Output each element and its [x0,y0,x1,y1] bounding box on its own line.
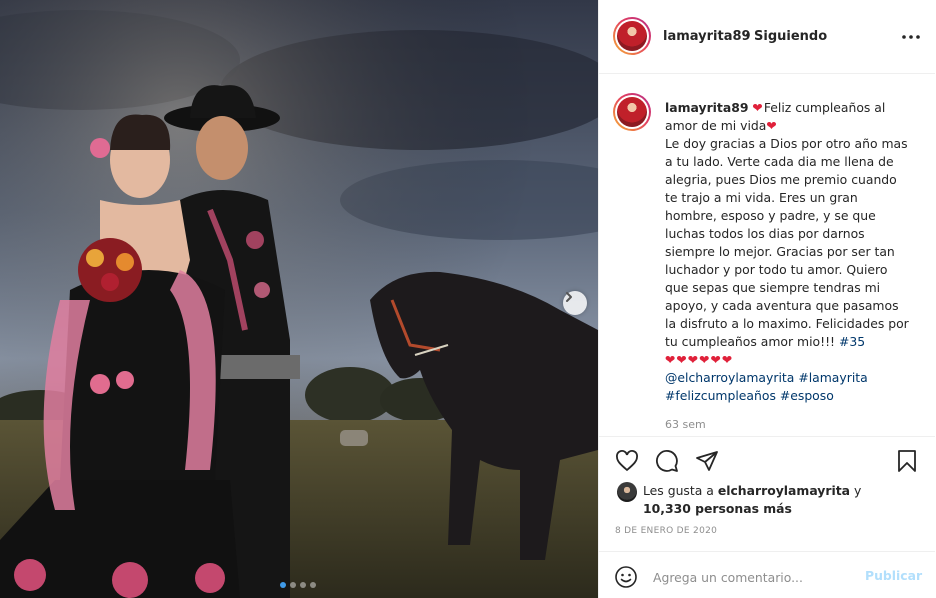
instagram-post-view: lamayrita89 • Siguiendo lamayrita89 ❤Fel… [0,0,936,598]
more-options-button[interactable] [899,27,923,47]
follow-status-button[interactable]: Siguiendo [754,29,827,44]
save-button[interactable] [893,447,921,475]
hashtag-link[interactable]: #esposo [780,388,834,403]
hashtag-link[interactable]: #felizcumpleaños [665,388,776,403]
carousel-indicator [280,582,316,588]
post-actions [599,436,935,476]
hashtag-link[interactable]: #lamayrita [798,370,867,385]
comment-bar: Publicar [599,551,935,598]
chevron-right-icon [566,292,572,302]
smiley-icon [615,566,637,588]
caption-username[interactable]: lamayrita89 [665,100,748,115]
post-photo[interactable] [0,0,598,598]
heart-icon [616,450,638,472]
hashtag-link[interactable]: #35 [839,334,865,349]
avatar-image [617,21,647,51]
publish-button[interactable]: Publicar [865,568,922,583]
heart-emoji-icon: ❤ [752,100,764,115]
header-separator: • [744,29,752,44]
carousel-dot [290,582,296,588]
bookmark-icon [898,450,916,472]
comment-input[interactable] [653,566,853,588]
profile-avatar[interactable] [613,17,651,55]
header-username[interactable]: lamayrita89 [663,29,751,44]
carousel-dot [300,582,306,588]
likes-conj: y [853,483,862,498]
carousel-next-button[interactable] [563,291,587,315]
liker-avatar[interactable] [617,482,637,502]
post-header: lamayrita89 • Siguiendo [599,0,935,74]
hearts-emoji-row: ❤❤❤❤❤❤ [665,352,734,367]
likes-text: Les gusta a elcharroylamayrita y 10,330 … [643,482,913,518]
avatar-border [615,95,649,129]
avatar-image [617,97,647,127]
share-button[interactable] [693,447,721,475]
post-caption: lamayrita89 ❤Feliz cumpleaños al amor de… [665,99,913,405]
likes-count[interactable]: 10,330 personas más [643,501,792,516]
caption-section: lamayrita89 ❤Feliz cumpleaños al amor de… [599,75,935,435]
comment-bubble-icon [656,450,678,472]
avatar-border [615,19,649,53]
likes-prefix: Les gusta a [643,483,714,498]
caption-body: Le doy gracias a Dios por otro año mas a… [665,136,909,349]
like-button[interactable] [613,447,641,475]
carousel-dot [280,582,286,588]
more-horizontal-icon [902,35,920,39]
post-side-panel: lamayrita89 • Siguiendo lamayrita89 ❤Fel… [598,0,935,598]
emoji-button[interactable] [613,564,639,590]
carousel-dot [310,582,316,588]
photo-illustration [0,0,598,598]
caption-timestamp[interactable]: 63 sem [665,418,706,431]
comment-button[interactable] [653,447,681,475]
paper-plane-icon [696,451,718,471]
post-date[interactable]: 8 DE ENERO DE 2020 [615,526,717,536]
liker-username[interactable]: elcharroylamayrita [718,483,850,498]
mention-link[interactable]: @elcharroylamayrita [665,370,794,385]
caption-avatar[interactable] [613,93,651,131]
heart-emoji-icon: ❤ [766,118,778,133]
